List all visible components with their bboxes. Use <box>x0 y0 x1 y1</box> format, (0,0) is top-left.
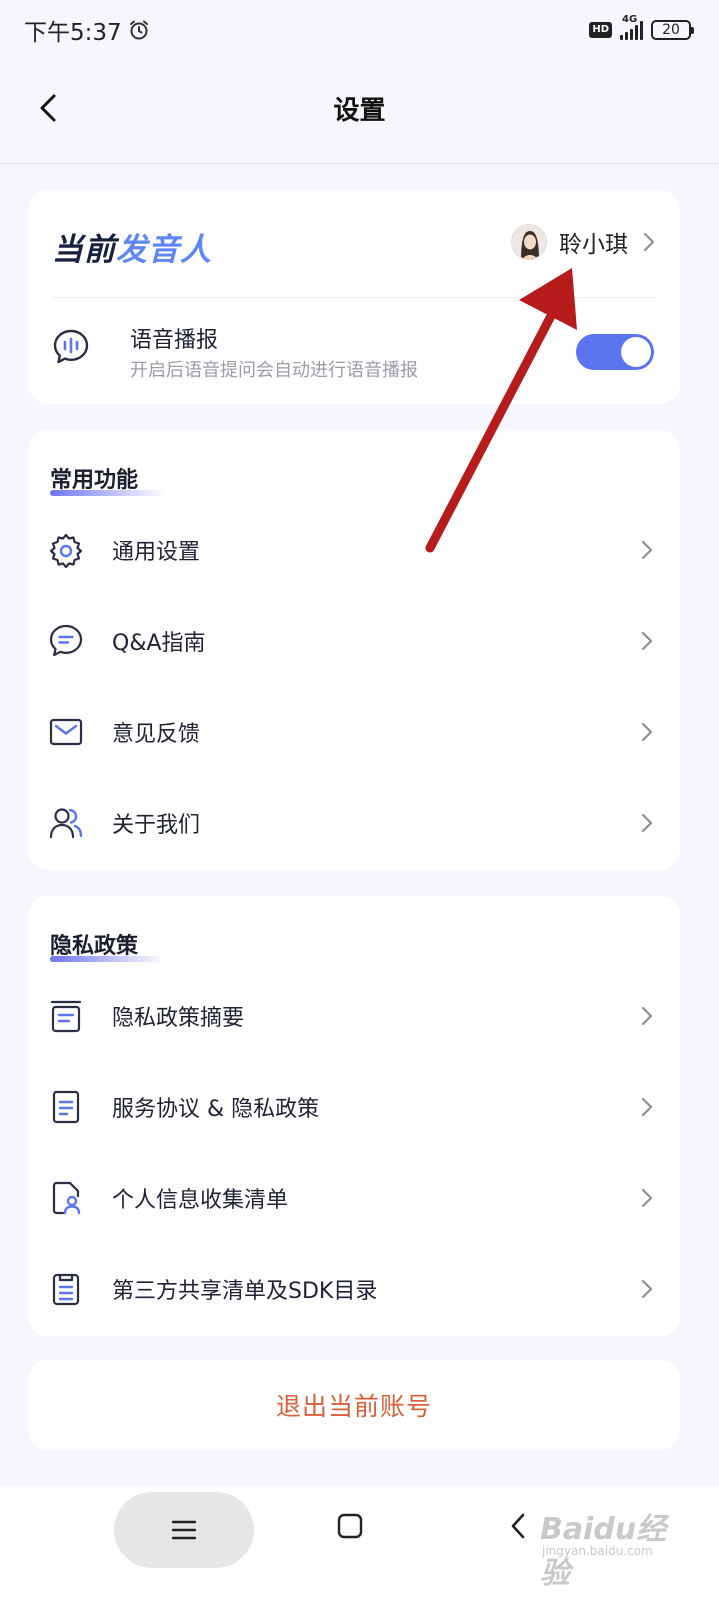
list-item-feedback[interactable]: 意见反馈 <box>28 686 680 777</box>
list-item-service-agreement[interactable]: 服务协议 & 隐私政策 <box>28 1061 680 1152</box>
chat-bubble-icon <box>49 624 83 656</box>
envelope-icon <box>49 718 83 745</box>
privacy-list: 隐私政策摘要 服务协议 & 隐私政策 个人信息收集清单 第三方共享清单及SDK目… <box>28 970 680 1334</box>
speaker-select[interactable]: 聆小琪 <box>511 224 658 260</box>
voice-broadcast-toggle[interactable] <box>576 334 654 370</box>
list-item-label: 个人信息收集清单 <box>112 1187 289 1213</box>
list-item-label: 意见反馈 <box>112 721 201 747</box>
voice-chat-icon <box>53 329 89 364</box>
menu-icon <box>171 1520 197 1540</box>
logout-label: 退出当前账号 <box>275 1392 432 1421</box>
chevron-right-icon <box>641 1188 653 1207</box>
speaker-name: 聆小琪 <box>559 232 628 258</box>
speaker-title: 当前发音人 <box>52 224 212 269</box>
status-left: 下午5:37 <box>24 13 150 47</box>
gear-icon <box>49 533 83 568</box>
common-functions-list: 通用设置 Q&A指南 意见反馈 关于我们 <box>28 504 680 868</box>
chevron-right-icon <box>641 813 653 832</box>
watermark-logo: Baidu经验 jingyan.baidu.com <box>540 1500 690 1591</box>
voice-card: 当前发音人 聆小琪 语音播报 开启后语音提问会自动进行语音播报 <box>28 190 680 404</box>
list-item-label: 关于我们 <box>112 812 201 838</box>
list-item-personal-info-list[interactable]: 个人信息收集清单 <box>28 1152 680 1243</box>
list-item-label: 通用设置 <box>112 539 201 565</box>
clipboard-list-icon <box>52 1273 80 1305</box>
divider <box>52 297 656 298</box>
battery-icon: 20 <box>651 20 694 40</box>
list-item-label: 隐私政策摘要 <box>112 1005 245 1031</box>
status-time: 下午5:37 <box>24 20 122 46</box>
document-summary-icon <box>50 1000 82 1032</box>
chevron-right-icon <box>641 1279 653 1298</box>
voice-broadcast-row: 语音播报 开启后语音提问会自动进行语音播报 <box>52 320 656 381</box>
list-item-label: 第三方共享清单及SDK目录 <box>112 1278 378 1304</box>
hd-badge: HD <box>589 22 612 38</box>
toggle-knob <box>621 337 651 367</box>
logout-button[interactable]: 退出当前账号 <box>28 1360 680 1450</box>
chevron-right-icon <box>641 1006 653 1025</box>
chevron-right-icon <box>641 1097 653 1116</box>
speaker-title-part2: 发音人 <box>116 232 212 268</box>
speaker-title-part1: 当前 <box>52 232 116 268</box>
list-item-about-us[interactable]: 关于我们 <box>28 777 680 868</box>
document-icon <box>52 1090 80 1123</box>
users-icon <box>49 807 83 838</box>
list-item-label: Q&A指南 <box>112 630 206 656</box>
list-item-privacy-summary[interactable]: 隐私政策摘要 <box>28 970 680 1061</box>
network-type: 4G <box>622 14 638 25</box>
chevron-right-icon <box>641 722 653 741</box>
system-back-icon[interactable] <box>506 1510 530 1542</box>
voice-broadcast-desc: 开启后语音提问会自动进行语音播报 <box>130 360 418 381</box>
section-title-privacy: 隐私政策 <box>50 928 166 962</box>
page-title: 设置 <box>333 96 386 126</box>
privacy-card: 隐私政策 隐私政策摘要 服务协议 & 隐私政策 个人信息收集清单 第三方共享清单… <box>28 896 680 1336</box>
section-title-common: 常用功能 <box>50 462 166 496</box>
personal-info-icon <box>52 1181 81 1214</box>
chevron-right-icon <box>641 631 653 650</box>
avatar <box>511 224 547 260</box>
chevron-right-icon <box>643 232 655 252</box>
nav-header: 设置 <box>0 60 719 164</box>
status-right: HD 4G 20 <box>589 14 694 40</box>
recent-apps-button[interactable] <box>114 1492 254 1568</box>
signal-icon: 4G <box>620 14 643 40</box>
alarm-icon <box>129 20 148 40</box>
watermark-sub: jingyan.baidu.com <box>542 1544 653 1558</box>
home-icon[interactable] <box>336 1512 364 1540</box>
list-item-third-party-sdk[interactable]: 第三方共享清单及SDK目录 <box>28 1243 680 1334</box>
battery-level: 20 <box>662 22 680 38</box>
chevron-right-icon <box>641 540 653 559</box>
list-item-qa-guide[interactable]: Q&A指南 <box>28 595 680 686</box>
list-item-label: 服务协议 & 隐私政策 <box>112 1096 320 1122</box>
voice-broadcast-label: 语音播报 <box>130 328 219 353</box>
list-item-general-settings[interactable]: 通用设置 <box>28 504 680 595</box>
common-functions-card: 常用功能 通用设置 Q&A指南 意见反馈 关于我们 <box>28 430 680 870</box>
status-bar: 下午5:37 HD 4G 20 <box>0 0 719 60</box>
